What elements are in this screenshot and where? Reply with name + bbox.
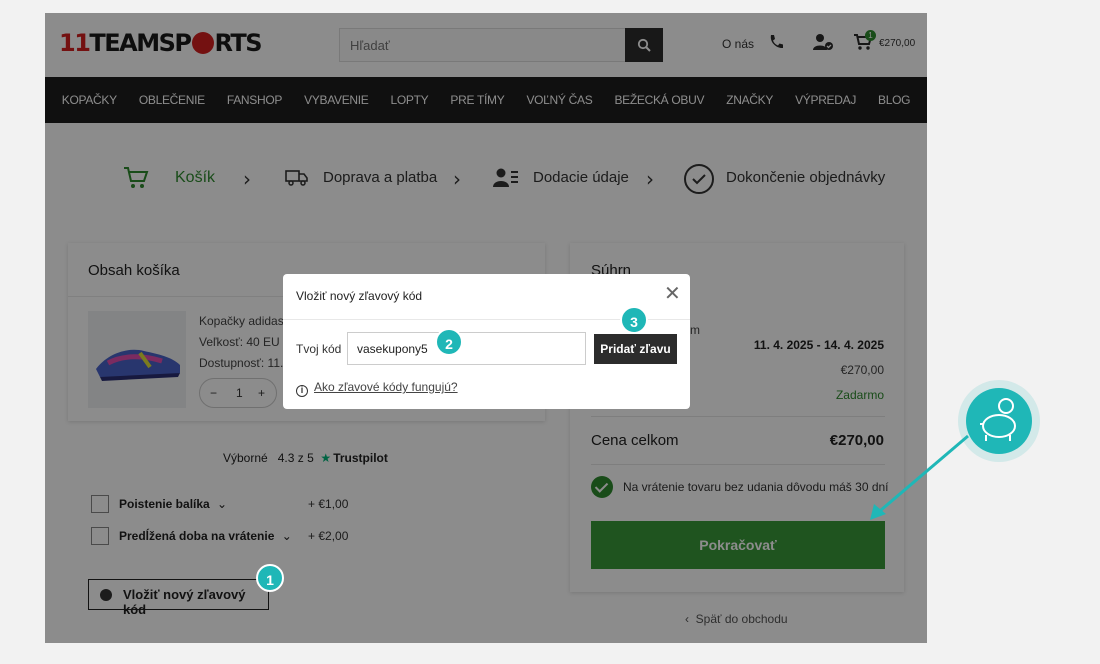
coupon-help: i Ako zľavové kódy fungujú?	[296, 380, 458, 397]
code-label: Tvoj kód	[296, 342, 342, 356]
step-marker-2: 2	[435, 328, 463, 356]
shop-screenshot: 11TEAMSPRTS O nás 1 €270,00 KOPAČKY OBLE…	[45, 13, 927, 643]
coupon-modal: Vložiť nový zľavový kód ✕ Tvoj kód Prida…	[283, 274, 690, 409]
coupon-code-input[interactable]	[347, 332, 586, 365]
coupon-help-link[interactable]: Ako zľavové kódy fungujú?	[314, 380, 458, 394]
modal-title: Vložiť nový zľavový kód	[296, 289, 423, 303]
step-marker-3: 3	[620, 306, 648, 334]
close-icon[interactable]: ✕	[664, 283, 681, 303]
info-icon: i	[296, 385, 308, 397]
pointer-arrow	[870, 434, 969, 520]
apply-coupon-button[interactable]: Pridať zľavu	[594, 334, 677, 364]
step-marker-1: 1	[256, 564, 284, 592]
